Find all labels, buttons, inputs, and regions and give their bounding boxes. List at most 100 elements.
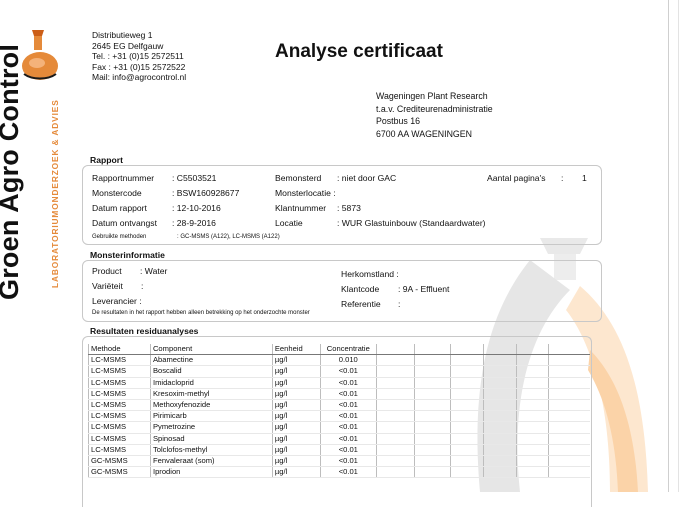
datum-ontvangst-label: Datum ontvangst	[92, 218, 157, 228]
sender-address: Distributieweg 1 2645 EG Delfgauw Tel. :…	[92, 30, 186, 83]
table-empty-cell	[375, 388, 415, 400]
recipient-line2: t.a.v. Crediteurenadministratie	[376, 103, 493, 114]
cell-component: Pirimicarb	[149, 410, 273, 423]
table-empty-cell	[413, 399, 451, 412]
table-empty-cell	[548, 344, 590, 356]
results-table: Methode Component Eenheid Concentratie LC-MS…	[88, 344, 590, 479]
cell-methode: LC-MSMS	[88, 444, 151, 456]
table-empty-cell	[375, 410, 415, 423]
cell-concentratie: <0.01	[319, 433, 377, 445]
table-row: LC-MSMS Kresoxim-methyl µg/l <0.01	[88, 388, 590, 400]
sender-mail[interactable]: Mail: info@agrocontrol.nl	[92, 72, 186, 83]
table-empty-cell	[413, 421, 451, 434]
table-empty-cell	[413, 410, 451, 423]
datum-rapport-value: : 12-10-2016	[172, 203, 221, 213]
cell-concentratie: <0.01	[319, 421, 377, 434]
table-empty-cell	[413, 365, 451, 378]
table-row: LC-MSMS Spinosad µg/l <0.01	[88, 433, 590, 445]
table-empty-cell	[515, 444, 549, 456]
table-empty-cell	[548, 399, 590, 412]
cell-eenheid: µg/l	[271, 399, 321, 412]
bemonsterd-label: Bemonsterd	[275, 173, 322, 183]
recipient-line3: Postbus 16	[376, 116, 421, 126]
cell-component: Abamectine	[149, 354, 273, 367]
cell-concentratie: <0.01	[319, 466, 377, 479]
table-empty-cell	[482, 344, 517, 356]
table-empty-cell	[449, 344, 484, 356]
header-concentratie: Concentratie	[319, 344, 377, 356]
table-empty-cell	[515, 354, 549, 367]
table-empty-cell	[482, 354, 517, 367]
cell-component: Iprodion	[149, 466, 273, 479]
cell-concentratie: <0.01	[319, 377, 377, 389]
table-empty-cell	[375, 399, 415, 412]
cell-eenheid: µg/l	[271, 444, 321, 456]
table-empty-cell	[515, 388, 549, 400]
header-eenheid: Eenheid	[271, 344, 321, 356]
table-empty-cell	[548, 377, 590, 389]
header-component: Component	[149, 344, 273, 356]
cell-methode: LC-MSMS	[88, 421, 151, 434]
cell-component: Kresoxim-methyl	[149, 388, 273, 400]
page-edge-line	[678, 0, 679, 492]
table-row: LC-MSMS Imidacloprid µg/l <0.01	[88, 377, 590, 389]
table-empty-cell	[515, 344, 549, 356]
table-empty-cell	[413, 344, 451, 356]
table-empty-cell	[449, 455, 484, 468]
cell-methode: LC-MSMS	[88, 433, 151, 445]
varieteit-value: :	[141, 281, 144, 291]
table-row: LC-MSMS Methoxyfenozide µg/l <0.01	[88, 399, 590, 412]
cell-concentratie: <0.01	[319, 444, 377, 456]
results-title: Resultaten residuanalyses	[90, 326, 199, 336]
monstercode-value: : BSW160928677	[172, 188, 240, 198]
rapportnummer-value: : C5503521	[172, 173, 217, 183]
table-empty-cell	[482, 377, 517, 389]
table-empty-cell	[482, 421, 517, 434]
table-empty-cell	[413, 433, 451, 445]
table-empty-cell	[413, 466, 451, 479]
table-empty-cell	[375, 444, 415, 456]
logo-name: Groen Agro Control	[0, 43, 24, 300]
cell-methode: GC-MSMS	[88, 466, 151, 479]
table-empty-cell	[482, 399, 517, 412]
table-empty-cell	[515, 399, 549, 412]
page-edge	[668, 0, 683, 492]
table-empty-cell	[449, 354, 484, 367]
cell-eenheid: µg/l	[271, 433, 321, 445]
table-empty-cell	[449, 388, 484, 400]
cell-methode: LC-MSMS	[88, 388, 151, 400]
cell-methode: LC-MSMS	[88, 399, 151, 412]
table-empty-cell	[449, 433, 484, 445]
locatie-value: : WUR Glastuinbouw (Standaardwater)	[337, 218, 486, 228]
cell-component: Pymetrozine	[149, 421, 273, 434]
table-header-row: Methode Component Eenheid Concentratie	[88, 344, 590, 356]
referentie-value: :	[398, 299, 401, 309]
cell-component: Spinosad	[149, 433, 273, 445]
table-empty-cell	[449, 399, 484, 412]
header-methode: Methode	[88, 344, 151, 356]
table-empty-cell	[375, 344, 415, 356]
cell-eenheid: µg/l	[271, 455, 321, 468]
table-empty-cell	[413, 388, 451, 400]
table-empty-cell	[548, 410, 590, 423]
table-empty-cell	[548, 444, 590, 456]
table-empty-cell	[449, 377, 484, 389]
cell-concentratie: <0.01	[319, 399, 377, 412]
table-row: GC-MSMS Fenvaleraat (som) µg/l <0.01	[88, 455, 590, 468]
datum-ontvangst-value: : 28-9-2016	[172, 218, 216, 228]
table-empty-cell	[482, 433, 517, 445]
logo-subtitle: LABORATORIUMONDERZOEK & ADVIES	[50, 99, 60, 288]
cell-eenheid: µg/l	[271, 354, 321, 367]
table-empty-cell	[375, 466, 415, 479]
table-empty-cell	[482, 365, 517, 378]
table-empty-cell	[449, 444, 484, 456]
recipient-address: Wageningen Plant Research t.a.v. Credite…	[376, 90, 493, 140]
table-empty-cell	[449, 410, 484, 423]
rapport-title: Rapport	[90, 155, 123, 165]
recipient-line1: Wageningen Plant Research	[376, 91, 488, 101]
monstercode-label: Monstercode	[92, 188, 142, 198]
table-empty-cell	[449, 365, 484, 378]
cell-component: Tolclofos-methyl	[149, 444, 273, 456]
klantcode-value: : 9A - Effluent	[398, 284, 450, 294]
table-empty-cell	[375, 377, 415, 389]
